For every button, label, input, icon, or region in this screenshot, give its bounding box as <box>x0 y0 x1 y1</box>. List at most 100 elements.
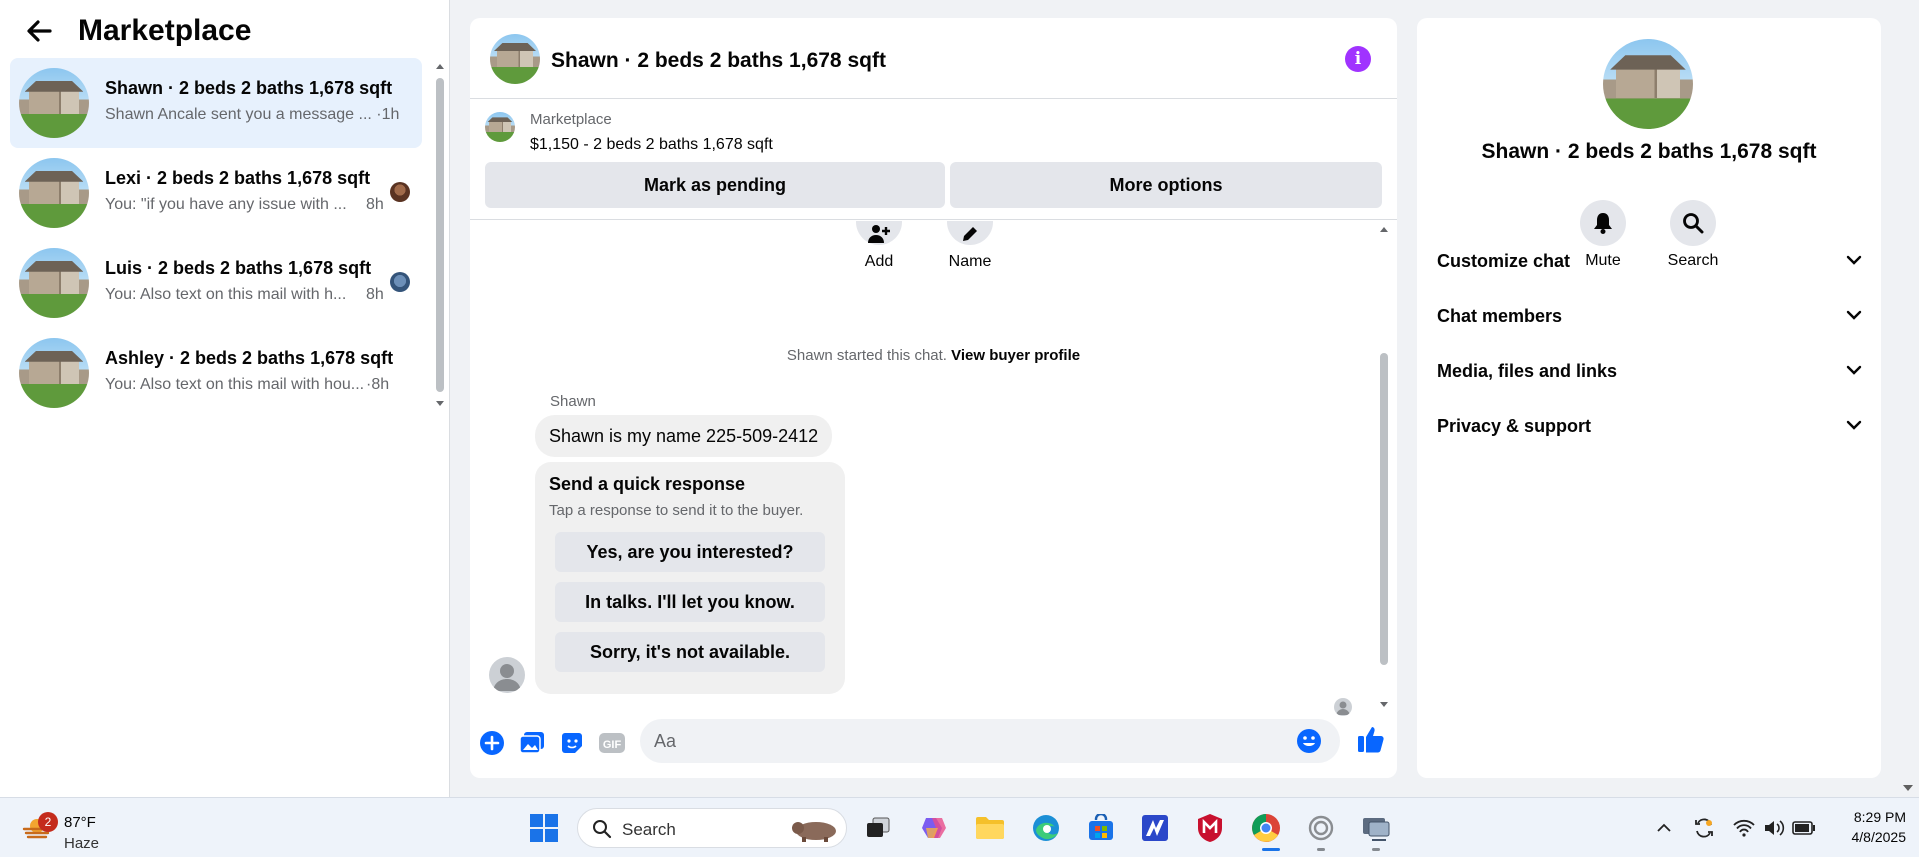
conversation-preview: Shawn Ancale sent you a message ... ·1h <box>105 106 400 123</box>
buyer-avatar-icon[interactable] <box>489 657 525 693</box>
section-label: Chat members <box>1437 305 1563 326</box>
quick-response-card: Send a quick response Tap a response to … <box>535 462 845 694</box>
conversation-time: 8h <box>366 196 384 213</box>
weather-condition: Haze <box>64 835 100 852</box>
chat-details-panel: Shawn · 2 beds 2 baths 1,678 sqft Mute S… <box>1417 18 1881 778</box>
listing-thumbnail <box>485 112 515 142</box>
volume-icon[interactable] <box>1762 816 1786 840</box>
listing-thumbnail <box>490 34 540 84</box>
conversation-preview: You: "if you have any issue with ... <box>105 196 347 213</box>
more-options-button[interactable]: More options <box>950 162 1382 208</box>
conversation-item[interactable]: Luis · 2 beds 2 baths 1,678 sqft You: Al… <box>10 238 422 328</box>
ring-app-icon[interactable] <box>1305 812 1337 844</box>
conversation-item[interactable]: Lexi · 2 beds 2 baths 1,678 sqft You: "i… <box>10 148 422 238</box>
page-scroll-down-arrow[interactable] <box>1902 780 1914 798</box>
quick-response-talks-button[interactable]: In talks. I'll let you know. <box>555 582 825 622</box>
clock-time: 8:29 PM <box>1853 809 1906 825</box>
privacy-support-section[interactable]: Privacy & support <box>1437 406 1862 446</box>
listing-thumbnail <box>19 158 89 228</box>
chat-header: Shawn · 2 beds 2 baths 1,678 sqft i <box>470 18 1397 99</box>
conversation-sidebar: Marketplace Shawn · 2 beds 2 baths 1,678… <box>0 0 450 797</box>
conversation-item[interactable]: Ashley · 2 beds 2 baths 1,678 sqft You: … <box>10 328 422 418</box>
sidebar-scrollbar[interactable] <box>435 62 445 408</box>
task-view-icon[interactable] <box>862 812 894 844</box>
photo-icon[interactable] <box>517 728 547 758</box>
section-label: Privacy & support <box>1437 415 1592 436</box>
taskbar-search-label: Search <box>622 820 676 839</box>
wifi-icon[interactable] <box>1732 816 1756 840</box>
edge-browser-icon[interactable] <box>1030 812 1062 844</box>
search-icon <box>1670 200 1716 246</box>
taskbar-search[interactable]: Search <box>577 808 847 848</box>
conversation-name: Ashley · 2 beds 2 baths 1,678 sqft <box>105 348 394 368</box>
message-input-container <box>640 719 1340 763</box>
mark-as-pending-button[interactable]: Mark as pending <box>485 162 945 208</box>
buyer-avatar <box>390 182 410 202</box>
name-chat-button[interactable]: Name <box>947 221 993 271</box>
conversation-preview: You: Also text on this mail with h... <box>105 286 347 303</box>
conversation-list: Shawn · 2 beds 2 baths 1,678 sqft Shawn … <box>10 58 422 418</box>
message-input[interactable] <box>654 719 1284 763</box>
conversation-name: Shawn · 2 beds 2 baths 1,678 sqft <box>105 78 393 98</box>
chat-title[interactable]: Shawn · 2 beds 2 baths 1,678 sqft <box>551 49 886 73</box>
conversation-item[interactable]: Shawn · 2 beds 2 baths 1,678 sqft Shawn … <box>10 58 422 148</box>
seen-receipt-icon <box>1334 698 1352 716</box>
conversation-name: Lexi · 2 beds 2 baths 1,678 sqft <box>105 168 371 188</box>
chrome-active-indicator <box>1262 848 1280 851</box>
show-hidden-icons-chevron-icon[interactable] <box>1652 816 1676 840</box>
quick-response-unavailable-button[interactable]: Sorry, it's not available. <box>555 632 825 672</box>
weather-widget[interactable]: 2 87°F Haze <box>20 806 140 852</box>
copilot-icon[interactable] <box>918 812 950 844</box>
customize-chat-section[interactable]: Customize chat <box>1437 241 1862 281</box>
chrome-browser-icon[interactable] <box>1250 812 1282 844</box>
gif-icon[interactable]: GIF <box>597 728 627 758</box>
emoji-icon[interactable] <box>1296 728 1322 759</box>
thumbs-up-icon[interactable] <box>1356 724 1386 754</box>
ring-running-indicator <box>1317 848 1325 851</box>
microsoft-store-icon[interactable] <box>1085 812 1117 844</box>
conversation-preview: You: Also text on this mail with hou... <box>105 376 365 393</box>
quick-response-yes-button[interactable]: Yes, are you interested? <box>555 532 825 572</box>
system-clock[interactable]: 8:29 PM 4/8/2025 <box>1826 807 1907 847</box>
chevron-down-icon <box>1846 307 1862 325</box>
mcafee-icon[interactable] <box>1194 812 1226 844</box>
remote-desktop-icon[interactable] <box>1360 812 1392 844</box>
file-explorer-icon[interactable] <box>974 812 1006 844</box>
chevron-down-icon <box>1846 252 1862 270</box>
plus-circle-icon[interactable] <box>477 728 507 758</box>
chevron-down-icon <box>1846 362 1862 380</box>
message-thread: Add Name Shawn started this chat. View b… <box>470 221 1397 716</box>
quick-response-subtext: Tap a response to send it to the buyer. <box>549 502 804 519</box>
listing-thumbnail <box>19 338 89 408</box>
sidebar-title: Marketplace <box>78 14 252 47</box>
section-label: Media, files and links <box>1437 360 1618 381</box>
listing-price[interactable]: $1,150 - 2 beds 2 baths 1,678 sqft <box>530 136 773 154</box>
info-icon[interactable]: i <box>1345 46 1371 72</box>
message-composer: GIF <box>470 718 1397 778</box>
bell-icon <box>1580 200 1626 246</box>
conversation-time: ·8h <box>366 376 390 393</box>
app-icon[interactable] <box>1139 812 1171 844</box>
view-buyer-profile-link[interactable]: View buyer profile <box>951 347 1080 364</box>
media-files-links-section[interactable]: Media, files and links <box>1437 351 1862 391</box>
battery-icon[interactable] <box>1792 816 1816 840</box>
listing-photo[interactable] <box>1603 39 1693 129</box>
message-bubble: Shawn is my name 225-509-2412 <box>535 415 833 457</box>
listing-banner: Marketplace $1,150 - 2 beds 2 baths 1,67… <box>470 100 1397 220</box>
chat-started-notice: Shawn started this chat. View buyer prof… <box>470 347 1397 364</box>
add-people-button[interactable]: Add <box>856 221 902 271</box>
windows-start-icon[interactable] <box>528 812 560 844</box>
thread-scrollbar[interactable] <box>1378 225 1390 709</box>
sync-icon[interactable] <box>1692 816 1716 840</box>
section-label: Customize chat <box>1437 250 1571 271</box>
clock-date: 4/8/2025 <box>1851 829 1907 845</box>
listing-thumbnail <box>19 248 89 318</box>
back-arrow-icon[interactable] <box>22 14 56 48</box>
remote-desktop-running-indicator <box>1372 848 1380 851</box>
listing-thumbnail <box>19 68 89 138</box>
chat-members-section[interactable]: Chat members <box>1437 296 1862 336</box>
sticker-icon[interactable] <box>557 728 587 758</box>
weather-badge: 2 <box>38 812 58 832</box>
listing-source: Marketplace <box>530 111 612 128</box>
chevron-down-icon <box>1846 417 1862 435</box>
